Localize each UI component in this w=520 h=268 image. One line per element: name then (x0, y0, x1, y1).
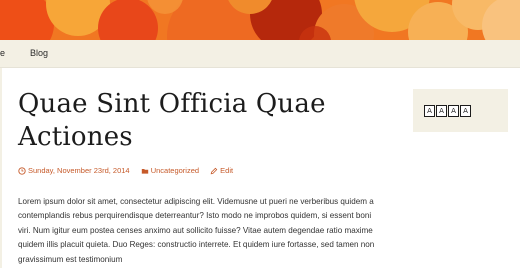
content-edge (0, 68, 2, 268)
folder-icon (141, 169, 148, 174)
post-body: Lorem ipsum dolor sit amet, consectetur … (18, 197, 375, 264)
main-navigation: e Blog (0, 40, 520, 68)
post-edit-label: Edit (220, 166, 234, 175)
glyph-box: A (460, 105, 471, 117)
post-meta: Sunday, November 23rd, 2014 Uncategorize… (18, 165, 242, 177)
glyph-box: A (448, 105, 459, 117)
post-category-label: Uncategorized (150, 166, 200, 175)
sidebar-widget: A A A A (413, 89, 508, 132)
header-banner (0, 0, 520, 40)
glyph-box: A (424, 105, 435, 117)
pencil-icon (210, 167, 218, 175)
clock-icon (18, 167, 26, 175)
post-edit-link[interactable]: Edit (210, 165, 233, 177)
widget-glyphs: A A A A (424, 105, 471, 117)
nav-item-blog[interactable]: Blog (30, 40, 48, 67)
post-date[interactable]: Sunday, November 23rd, 2014 (18, 165, 130, 177)
post-title[interactable]: Quae Sint Officia Quae Actiones (18, 88, 378, 154)
glyph-box: A (436, 105, 447, 117)
post-category[interactable]: Uncategorized (141, 165, 199, 177)
nav-item-home[interactable]: e (0, 40, 5, 67)
post-date-label: Sunday, November 23rd, 2014 (28, 166, 130, 175)
header-art (0, 0, 520, 40)
